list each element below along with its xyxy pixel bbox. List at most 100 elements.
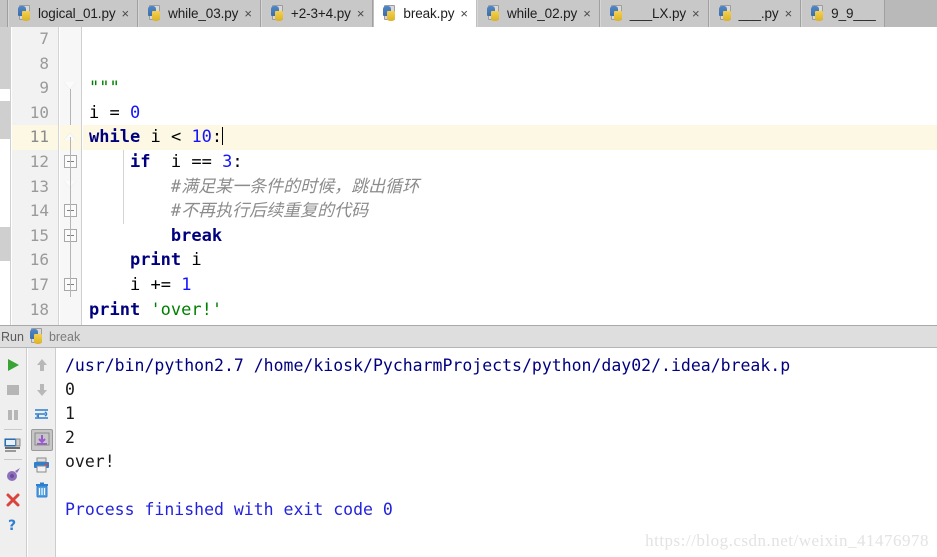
trash-icon [34, 482, 50, 498]
editor-marker-strip[interactable] [0, 27, 11, 325]
editor-tab-while_02[interactable]: while_02.py × [476, 0, 600, 27]
close-button[interactable] [2, 489, 24, 511]
editor-tab-logical_01[interactable]: logical_01.py × [8, 0, 139, 27]
number-token: 3 [222, 151, 233, 172]
question-mark-icon: ? [5, 517, 21, 533]
soft-wrap-icon [33, 407, 51, 423]
colon-token: : [232, 151, 243, 172]
code-line[interactable]: i += 1 [83, 273, 937, 298]
code-editor[interactable]: 7 8 9 10 11 12 13 14 15 16 17 18 """ i =… [0, 27, 937, 325]
close-icon[interactable]: × [691, 7, 700, 20]
keyword-break: break [170, 225, 223, 246]
colon-token: : [211, 127, 223, 148]
variable-token: i [89, 102, 100, 123]
close-icon[interactable]: × [459, 7, 468, 20]
editor-tab-underscore[interactable]: ___.py × [708, 0, 802, 27]
python-file-icon [811, 4, 826, 22]
console-line-exit-status: Process finished with exit code 0 [65, 500, 393, 519]
show-console-button[interactable] [2, 434, 24, 456]
line-number-gutter: 7 8 9 10 11 12 13 14 15 16 17 18 [12, 27, 59, 325]
close-icon[interactable]: × [243, 7, 252, 20]
editor-tab-9-9[interactable]: 9_9___ [801, 0, 885, 27]
comment-token: #满足某一条件的时候，跳出循环 [170, 176, 420, 197]
code-folding-gutter[interactable] [60, 27, 82, 325]
line-number: 14 [29, 201, 49, 221]
assign-operator: = [109, 102, 120, 123]
play-icon [5, 357, 21, 373]
number-token: 0 [130, 102, 141, 123]
tab-label: +2-3+4.py [290, 6, 351, 21]
editor-tab-lx[interactable]: ___LX.py × [599, 0, 709, 27]
toolbar-separator [4, 459, 22, 460]
run-tool-window-header: Run break [0, 325, 937, 348]
python-file-icon [18, 4, 33, 22]
code-line[interactable] [83, 27, 937, 52]
scroll-to-end-button[interactable] [30, 429, 53, 451]
plus-equals-operator: += [150, 274, 171, 295]
code-line[interactable]: """ [83, 76, 937, 101]
variable-token: i [129, 274, 141, 295]
line-number: 12 [29, 151, 49, 171]
line-number: 17 [29, 274, 49, 294]
tab-label: ___LX.py [629, 6, 687, 21]
down-button[interactable] [31, 379, 53, 401]
variable-token: i [150, 127, 161, 148]
equality-operator: == [191, 151, 212, 172]
console-output[interactable]: /usr/bin/python2.7 /home/kiosk/PycharmPr… [57, 348, 937, 557]
python-file-icon [486, 4, 502, 22]
pause-button[interactable] [2, 404, 24, 426]
code-line[interactable]: print 'over!' [83, 298, 937, 323]
close-icon[interactable]: × [356, 7, 365, 20]
close-icon[interactable]: × [121, 7, 130, 20]
gutter-row: 7 [12, 27, 58, 52]
code-line[interactable]: #不再执行后续重复的代码 [83, 199, 937, 224]
code-line[interactable]: print i [83, 248, 937, 273]
run-configuration-tab[interactable]: break [29, 328, 80, 344]
tab-label: while_03.py [168, 6, 239, 21]
line-number: 10 [29, 102, 49, 122]
code-line-current[interactable]: while i < 10: [83, 125, 937, 150]
arrow-down-icon [34, 382, 50, 398]
code-line[interactable]: break [83, 224, 937, 249]
editor-tab-bar: logical_01.py × while_03.py × +2-3+4.py … [0, 0, 937, 27]
python-file-icon [609, 4, 625, 22]
print-button[interactable] [31, 454, 53, 476]
run-toolbar-left: ? [0, 348, 27, 557]
editor-tab-while_03[interactable]: while_03.py × [138, 0, 261, 27]
editor-tab-break[interactable]: break.py × [373, 0, 477, 27]
stop-button[interactable] [2, 379, 24, 401]
soft-wrap-button[interactable] [31, 404, 53, 426]
line-number: 9 [39, 78, 49, 98]
gutter-row: 16 [12, 248, 58, 273]
code-line[interactable]: #满足某一条件的时候，跳出循环 [83, 175, 937, 200]
console-line-output: 0 [65, 380, 75, 399]
close-icon[interactable]: × [582, 7, 591, 20]
editor-tab-plus2minus3plus4[interactable]: +2-3+4.py × [260, 0, 374, 27]
tab-label: ___.py [738, 6, 779, 21]
scroll-to-end-icon [34, 432, 50, 448]
lt-operator: < [170, 127, 182, 148]
mute-breakpoints-button[interactable] [2, 464, 24, 486]
rerun-button[interactable] [2, 354, 24, 376]
close-icon[interactable]: × [784, 7, 793, 20]
run-toolbar-right [28, 348, 56, 557]
fold-region-line [70, 137, 71, 297]
close-x-icon [5, 492, 21, 508]
clear-all-button[interactable] [31, 479, 53, 501]
tab-label: 9_9___ [831, 6, 876, 21]
pycharm-window: logical_01.py × while_03.py × +2-3+4.py … [0, 0, 937, 557]
gutter-row: 12 [12, 150, 58, 175]
code-line[interactable]: if i == 3: [83, 150, 937, 175]
help-button[interactable]: ? [2, 514, 24, 536]
run-window-title: Run [1, 329, 24, 344]
code-line[interactable] [83, 52, 937, 77]
tab-bar-left-stub [0, 0, 8, 27]
line-number: 11 [29, 127, 49, 147]
line-number: 15 [29, 225, 49, 245]
gutter-row: 18 [12, 298, 58, 323]
code-line[interactable]: i = 0 [83, 101, 937, 126]
code-text-area[interactable]: """ i = 0 while i < 10: if i == 3: #满足某一… [83, 27, 937, 325]
up-button[interactable] [31, 354, 53, 376]
comment-token: #不再执行后续重复的代码 [170, 201, 369, 222]
